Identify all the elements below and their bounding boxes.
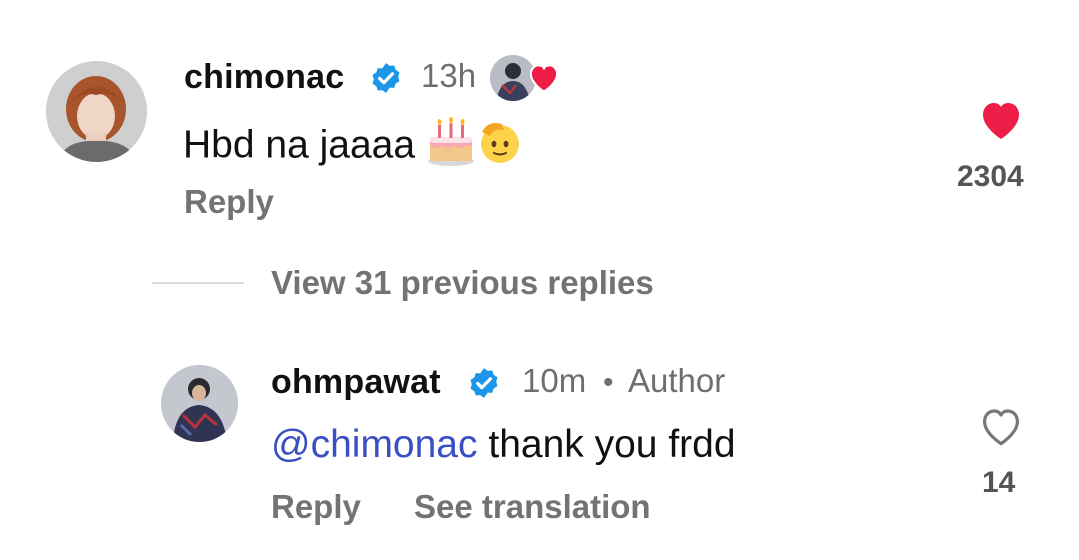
verified-badge-icon [369, 61, 403, 95]
comment-text: Hbd na jaaaa [183, 117, 524, 177]
reply-timestamp: 10m [522, 362, 587, 399]
heart-outline-icon[interactable] [977, 405, 1025, 452]
reply-reply-button[interactable]: Reply [271, 488, 361, 526]
view-previous-replies-button[interactable]: View 31 previous replies [271, 264, 654, 302]
reply-like-count: 14 [982, 466, 1016, 499]
verified-badge-icon [467, 366, 501, 400]
reply-text: @chimonac thank you frdd [271, 423, 736, 467]
heart-filled-icon [526, 61, 562, 98]
saluting-face-emoji [476, 118, 524, 176]
reply-text-content: thank you frdd [488, 423, 736, 466]
author-badge: Author [628, 362, 726, 399]
heart-filled-icon[interactable] [977, 99, 1025, 146]
commenter-avatar[interactable] [46, 61, 147, 162]
author-liked-indicator [488, 53, 564, 103]
replier-username[interactable]: ohmpawat [271, 363, 441, 402]
mention-link[interactable]: @chimonac [271, 423, 478, 466]
comment-reply-button[interactable]: Reply [184, 183, 274, 221]
comment-like-count: 2304 [957, 160, 1024, 193]
comment-text-content: Hbd na jaaaa [183, 123, 416, 167]
replier-avatar[interactable] [161, 365, 238, 442]
see-translation-button[interactable]: See translation [414, 488, 651, 526]
comment-timestamp: 13h [421, 57, 477, 94]
meta-separator: • [603, 366, 614, 399]
birthday-cake-emoji [426, 117, 476, 177]
replies-divider [152, 282, 244, 284]
commenter-username[interactable]: chimonac [184, 58, 344, 97]
